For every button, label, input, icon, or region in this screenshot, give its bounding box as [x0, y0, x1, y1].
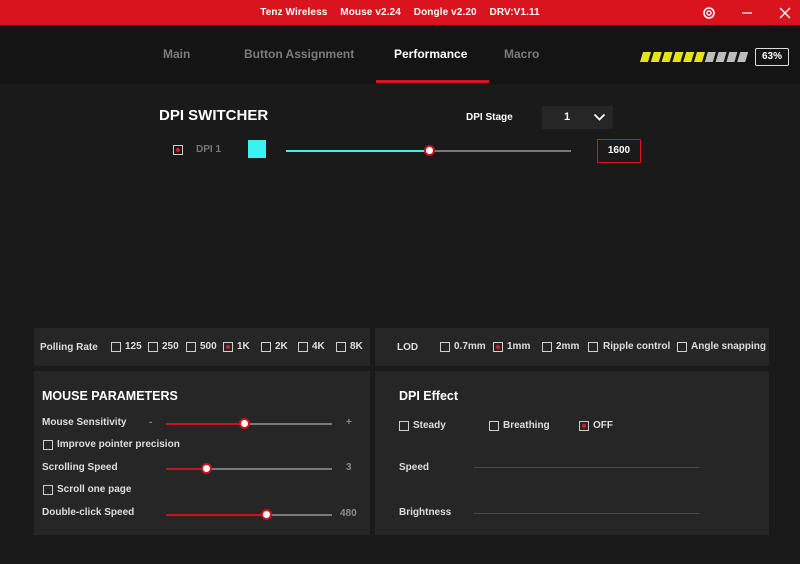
ripple-control-checkbox[interactable]	[588, 342, 598, 352]
battery-segment	[672, 52, 684, 62]
effect-brightness-label: Brightness	[399, 507, 452, 518]
battery-percent: 63%	[755, 48, 789, 66]
improve-pointer-precision-label: Improve pointer precision	[57, 439, 180, 450]
battery-segment	[737, 52, 748, 62]
mouse-version: Mouse v2.24	[340, 7, 401, 18]
effect-steady-radio[interactable]	[399, 421, 409, 431]
dpi1-label: DPI 1	[196, 144, 222, 155]
dpi1-slider-thumb[interactable]	[424, 145, 435, 156]
active-tab-indicator	[376, 80, 489, 83]
dpi-stage-label: DPI Stage	[466, 112, 513, 123]
dpi-stage-value: 1	[564, 111, 571, 123]
dpi1-select-radio[interactable]	[173, 145, 183, 155]
tab-button-assignment[interactable]: Button Assignment	[244, 47, 354, 61]
app-name: Tenz Wireless	[260, 7, 328, 18]
minimize-icon[interactable]	[738, 4, 756, 22]
double-click-slider-fill	[166, 514, 266, 516]
device-info: Tenz Wireless Mouse v2.24 Dongle v2.20 D…	[0, 7, 800, 18]
lod-0.7mm-label: 0.7mm	[454, 341, 486, 352]
lod-0.7mm-radio[interactable]	[440, 342, 450, 352]
double-click-slider-thumb[interactable]	[261, 509, 272, 520]
sensitivity-minus[interactable]: -	[149, 417, 152, 428]
mouse-sensitivity-label: Mouse Sensitivity	[42, 417, 127, 428]
scroll-speed-value: 3	[346, 462, 352, 473]
mouse-parameters-title: MOUSE PARAMETERS	[42, 389, 178, 403]
effect-speed-slider-track[interactable]	[474, 467, 699, 468]
effect-off-radio[interactable]	[579, 421, 589, 431]
polling-8k-label: 8K	[350, 341, 363, 352]
dpi1-slider-fill	[286, 150, 429, 152]
gear-icon[interactable]	[700, 4, 718, 22]
angle-snapping-label: Angle snapping	[691, 341, 766, 352]
battery-segment	[683, 52, 695, 62]
lod-2mm-label: 2mm	[556, 341, 580, 352]
polling-1k-radio[interactable]	[223, 342, 233, 352]
dpi-stage-dropdown[interactable]: 1	[542, 106, 613, 129]
dpi1-color-swatch[interactable]	[248, 140, 266, 158]
ripple-control-label: Ripple control	[603, 341, 671, 352]
effect-off-label: OFF	[593, 420, 613, 431]
polling-8k-radio[interactable]	[336, 342, 346, 352]
sensitivity-plus[interactable]: +	[346, 417, 352, 428]
polling-2k-radio[interactable]	[261, 342, 271, 352]
battery-segment	[661, 52, 673, 62]
tab-main[interactable]: Main	[163, 47, 190, 61]
effect-breathing-radio[interactable]	[489, 421, 499, 431]
scroll-one-page-label: Scroll one page	[57, 484, 132, 495]
effect-breathing-label: Breathing	[503, 420, 550, 431]
polling-250-label: 250	[162, 341, 179, 352]
battery-segment	[704, 52, 716, 62]
polling-250-radio[interactable]	[148, 342, 158, 352]
battery-segment	[694, 52, 705, 62]
polling-4k-radio[interactable]	[298, 342, 308, 352]
chevron-down-icon	[593, 113, 606, 121]
scroll-one-page-checkbox[interactable]	[43, 485, 53, 495]
battery-segment	[650, 52, 662, 62]
polling-500-label: 500	[200, 341, 217, 352]
close-icon[interactable]	[776, 4, 794, 22]
scroll-speed-slider-thumb[interactable]	[201, 463, 212, 474]
lod-1mm-radio[interactable]	[493, 342, 503, 352]
polling-4k-label: 4K	[312, 341, 325, 352]
dpi-effect-title: DPI Effect	[399, 389, 459, 403]
dpi1-value-input[interactable]: 1600	[597, 139, 641, 163]
sensitivity-slider-thumb[interactable]	[239, 418, 250, 429]
polling-500-radio[interactable]	[186, 342, 196, 352]
scrolling-speed-label: Scrolling Speed	[42, 462, 118, 473]
battery-segment	[640, 52, 651, 62]
sensitivity-slider-fill	[166, 423, 244, 425]
effect-brightness-slider-track[interactable]	[474, 513, 699, 514]
effect-speed-label: Speed	[399, 462, 430, 473]
tab-performance[interactable]: Performance	[394, 47, 467, 61]
polling-rate-label: Polling Rate	[40, 342, 98, 353]
polling-125-radio[interactable]	[111, 342, 121, 352]
driver-version: DRV:V1.11	[489, 7, 540, 18]
lod-label: LOD	[397, 342, 419, 353]
double-click-speed-label: Double-click Speed	[42, 507, 135, 518]
battery-level-bar	[640, 52, 748, 62]
lod-1mm-label: 1mm	[507, 341, 531, 352]
battery-segment	[715, 52, 727, 62]
effect-steady-label: Steady	[413, 420, 446, 431]
angle-snapping-checkbox[interactable]	[677, 342, 687, 352]
lod-2mm-radio[interactable]	[542, 342, 552, 352]
polling-125-label: 125	[125, 341, 142, 352]
improve-pointer-precision-checkbox[interactable]	[43, 440, 53, 450]
tab-macro[interactable]: Macro	[504, 47, 539, 61]
scroll-speed-slider-fill	[166, 468, 206, 470]
dongle-version: Dongle v2.20	[413, 7, 477, 18]
title-bar: Tenz Wireless Mouse v2.24 Dongle v2.20 D…	[0, 0, 800, 25]
battery-segment	[726, 52, 738, 62]
dpi-switcher-title: DPI SWITCHER	[159, 107, 269, 124]
polling-2k-label: 2K	[275, 341, 288, 352]
double-click-value: 480	[340, 508, 357, 519]
polling-1k-label: 1K	[237, 341, 250, 352]
